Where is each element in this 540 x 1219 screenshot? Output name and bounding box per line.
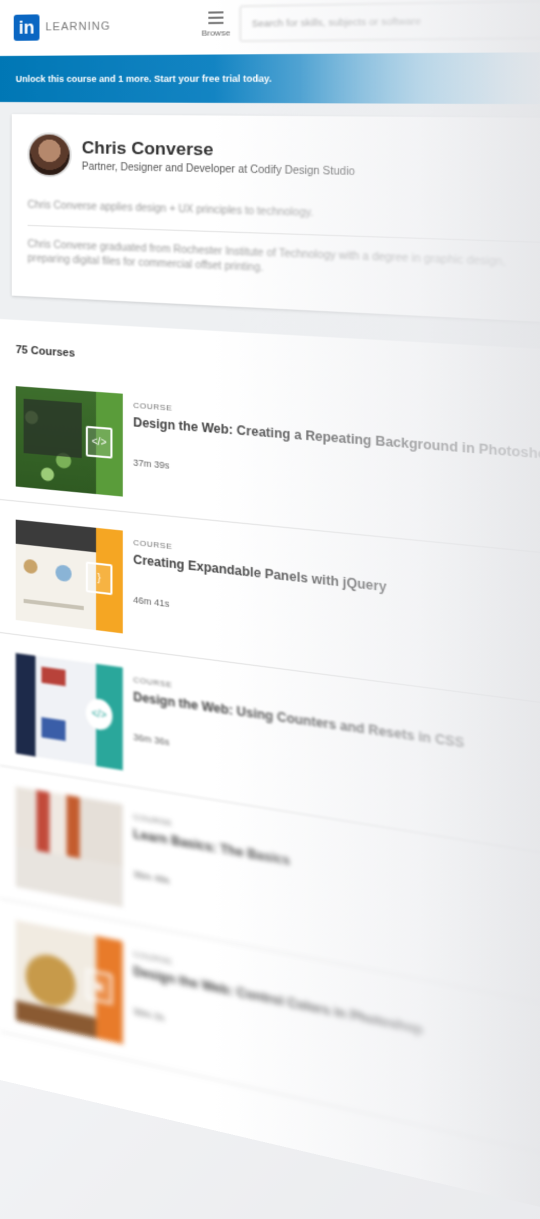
top-navigation-bar: in LEARNING Browse Search for skills, su… (0, 0, 540, 56)
banner-text: Unlock this course and 1 more. Start you… (16, 73, 272, 84)
course-thumbnail-image (16, 520, 96, 630)
jquery-icon: } (86, 561, 113, 595)
course-duration: 35m 49s (133, 869, 290, 908)
author-bio-2: Chris Converse graduated from Rochester … (28, 238, 540, 288)
course-thumbnail: </> (16, 386, 123, 496)
author-name: Chris Converse (82, 138, 355, 163)
course-thumbnail-image (16, 386, 96, 494)
author-header: Chris Converse Partner, Designer and Dev… (28, 132, 540, 187)
course-thumbnail (16, 787, 123, 908)
profile-section: Chris Converse Partner, Designer and Dev… (0, 102, 540, 351)
hamburger-icon (208, 11, 223, 24)
browse-button[interactable]: Browse (194, 8, 237, 38)
perspective-stage: in LEARNING Browse Search for skills, su… (0, 0, 540, 1080)
course-thumbnail: ▣ (16, 920, 123, 1044)
course-thumbnail-image (16, 920, 96, 1038)
author-card: Chris Converse Partner, Designer and Dev… (12, 114, 540, 323)
search-input[interactable]: Search for skills, subjects or software (240, 0, 540, 42)
code-icon: </> (86, 426, 113, 459)
browse-label: Browse (194, 28, 237, 38)
course-thumbnail-image (16, 653, 96, 766)
linkedin-in-icon: in (14, 14, 40, 41)
course-thumbnail-image (16, 787, 123, 908)
course-duration: 37m 39s (133, 457, 540, 504)
course-thumbnail: </> (16, 653, 123, 770)
logo-text: LEARNING (45, 20, 110, 33)
free-trial-banner[interactable]: Unlock this course and 1 more. Start you… (0, 52, 540, 104)
author-avatar (28, 132, 72, 177)
author-role: Partner, Designer and Developer at Codif… (82, 161, 355, 178)
course-duration: 46m 41s (133, 595, 386, 635)
author-bio-1: Chris Converse applies design + UX princ… (28, 199, 540, 229)
linkedin-learning-logo[interactable]: in LEARNING (14, 13, 111, 41)
learning-page: in LEARNING Browse Search for skills, su… (0, 0, 540, 1216)
course-thumbnail: } (16, 520, 123, 634)
image-icon: ▣ (86, 969, 113, 1005)
